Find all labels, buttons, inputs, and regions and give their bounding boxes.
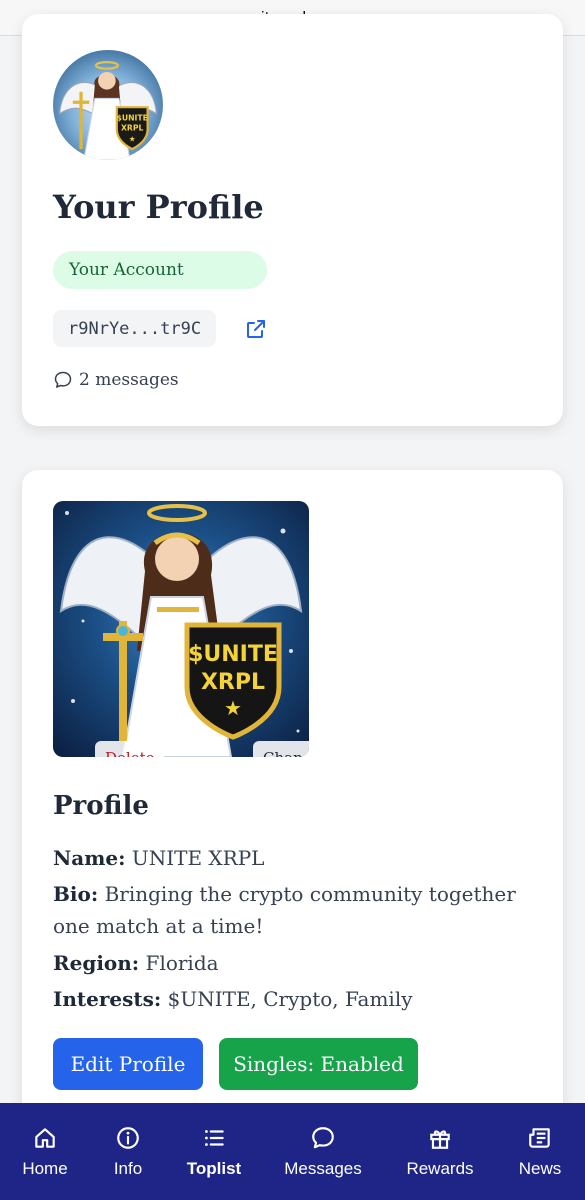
bottom-nav: Home Info Toplist Messages Rewards News <box>0 1103 585 1200</box>
nav-item-toplist[interactable]: Toplist <box>180 1103 248 1200</box>
angel-profile-image: $UNITE XRPL ★ <box>59 504 303 757</box>
profile-name: Name: UNITE XRPL <box>53 842 543 874</box>
svg-text:★: ★ <box>224 696 242 720</box>
profile-bio: Bio: Bringing the crypto community toget… <box>53 878 543 942</box>
nav-item-rewards[interactable]: Rewards <box>400 1103 480 1200</box>
profile-details-card: $UNITE XRPL ★ Delete Change Profile Name… <box>22 470 563 1170</box>
nav-label-toplist: Toplist <box>186 1159 242 1178</box>
interests-value: $UNITE, Crypto, Family <box>161 987 413 1011</box>
list-icon <box>205 1130 224 1146</box>
home-icon <box>35 1128 55 1148</box>
account-badge-label: Your Account <box>69 260 184 280</box>
svg-text:$UNITE: $UNITE <box>117 113 148 122</box>
nav-item-home[interactable]: Home <box>16 1103 74 1200</box>
avatar: $UNITE XRPL ★ <box>53 50 163 160</box>
svg-text:$UNITE: $UNITE <box>188 642 278 667</box>
region-value: Florida <box>139 951 219 975</box>
angel-avatar-image: $UNITE XRPL ★ <box>58 61 158 160</box>
bio-value: Bringing the crypto community together o… <box>53 882 516 938</box>
name-value: UNITE XRPL <box>125 846 265 870</box>
profile-section-title: Profile <box>53 791 149 821</box>
singles-toggle-button[interactable]: Singles: Enabled <box>219 1038 418 1090</box>
chat-icon <box>312 1127 334 1149</box>
message-count: 2 messages <box>53 370 179 390</box>
nav-item-info[interactable]: Info <box>104 1103 152 1200</box>
change-image-button[interactable]: Change <box>253 741 309 757</box>
message-count-label: 2 messages <box>79 370 179 390</box>
profile-summary-card: $UNITE XRPL ★ Your Profile Your Account … <box>22 14 563 426</box>
info-icon <box>117 1127 139 1149</box>
svg-text:XRPL: XRPL <box>201 670 265 695</box>
gift-icon <box>430 1130 450 1149</box>
message-bubble-icon <box>54 371 72 388</box>
wallet-address: r9NrYe...tr9C <box>53 310 217 347</box>
bio-label: Bio: <box>53 882 99 906</box>
name-label: Name: <box>53 846 126 870</box>
profile-region: Region: Florida <box>53 947 543 979</box>
newspaper-icon <box>529 1128 550 1148</box>
interests-label: Interests: <box>53 987 162 1011</box>
account-badge: Your Account <box>53 251 267 289</box>
nav-label-messages: Messages <box>284 1159 362 1178</box>
region-label: Region: <box>53 951 140 975</box>
external-link-icon[interactable] <box>244 317 268 341</box>
svg-text:★: ★ <box>129 134 136 143</box>
edit-profile-button[interactable]: Edit Profile <box>53 1038 203 1090</box>
profile-image: $UNITE XRPL ★ Delete Change <box>53 501 309 757</box>
nav-label-home: Home <box>22 1159 68 1178</box>
nav-label-rewards: Rewards <box>406 1159 474 1178</box>
nav-item-messages[interactable]: Messages <box>278 1103 368 1200</box>
svg-text:XRPL: XRPL <box>121 123 143 132</box>
profile-interests: Interests: $UNITE, Crypto, Family <box>53 983 543 1015</box>
nav-item-news[interactable]: News <box>514 1103 566 1200</box>
delete-image-button[interactable]: Delete <box>95 741 165 757</box>
nav-label-info: Info <box>113 1159 143 1178</box>
page-title: Your Profile <box>53 188 264 226</box>
nav-label-news: News <box>518 1159 562 1178</box>
